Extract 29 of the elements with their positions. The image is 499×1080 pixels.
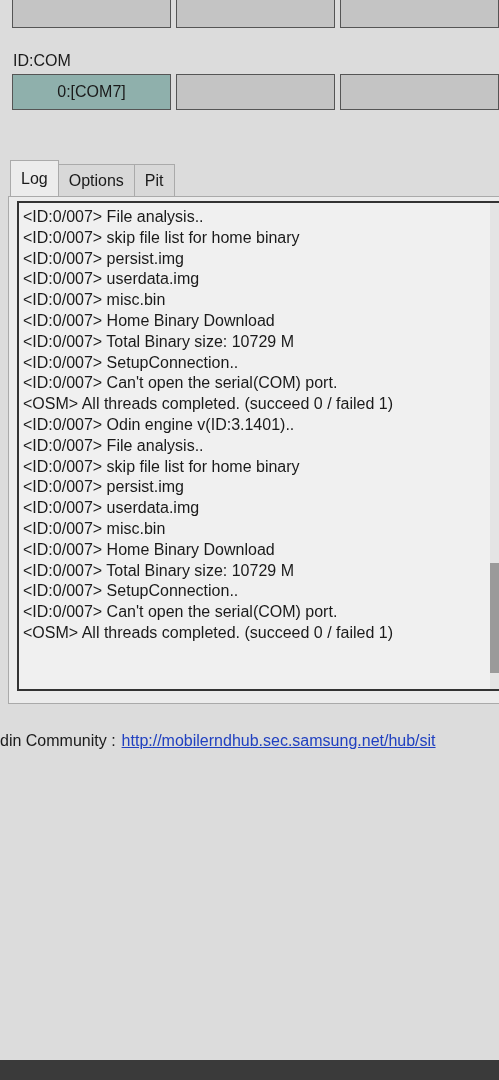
log-line: <OSM> All threads completed. (succeed 0 / failed 1)	[23, 394, 394, 415]
log-line: <ID:0/007> File analysis..	[23, 207, 205, 227]
log-line: <ID:0/007> Can't open the serial(COM) port.	[23, 373, 339, 394]
log-line: <ID:0/007> SetupConnection..	[23, 352, 240, 373]
log-line: <ID:0/007> Odin engine v(ID:3.1401)..	[23, 414, 296, 435]
port-slot: 0:[COM7]	[12, 74, 171, 110]
tab[interactable]: Log	[10, 160, 59, 196]
log-line: <ID:0/007> misc.bin	[23, 290, 167, 311]
tab[interactable]: Pit	[133, 164, 175, 196]
community-link[interactable]: http://mobilerndhub.sec.samsung.net/hub/sit	[121, 732, 436, 750]
log-line: <ID:0/007> skip file list for home binary	[23, 227, 301, 248]
community-label: din Community :	[0, 732, 116, 750]
log-line: <ID:0/007> userdata.img	[23, 269, 201, 290]
id-com-label: ID:COM	[12, 51, 72, 71]
log-line: <ID:0/007> persist.img	[23, 248, 185, 269]
log-line: <ID:0/007> Total Binary size: 10729 M	[23, 331, 295, 352]
log-line: <ID:0/007> SetupConnection..	[23, 581, 240, 602]
log-line: <ID:0/007> persist.img	[23, 477, 185, 498]
log-line: <ID:0/007> File analysis..	[23, 435, 205, 456]
log-line: <ID:0/007> Home Binary Download	[23, 539, 276, 560]
scrollbar[interactable]	[490, 203, 499, 689]
log-line: <ID:0/007> Total Binary size: 10729 M	[23, 560, 295, 581]
log-line: <ID:0/007> misc.bin	[23, 518, 167, 539]
log-line: <ID:0/007> Home Binary Download	[23, 311, 276, 331]
log-line: <ID:0/007> Can't open the serial(COM) port.	[23, 602, 339, 623]
tab[interactable]: Options	[57, 164, 135, 196]
log-line: <OSM> All threads completed. (succeed 0 / failed 1)	[23, 622, 394, 643]
log-line: <ID:0/007> userdata.img	[23, 498, 201, 519]
log-line: <ID:0/007> skip file list for home binary	[23, 456, 301, 477]
